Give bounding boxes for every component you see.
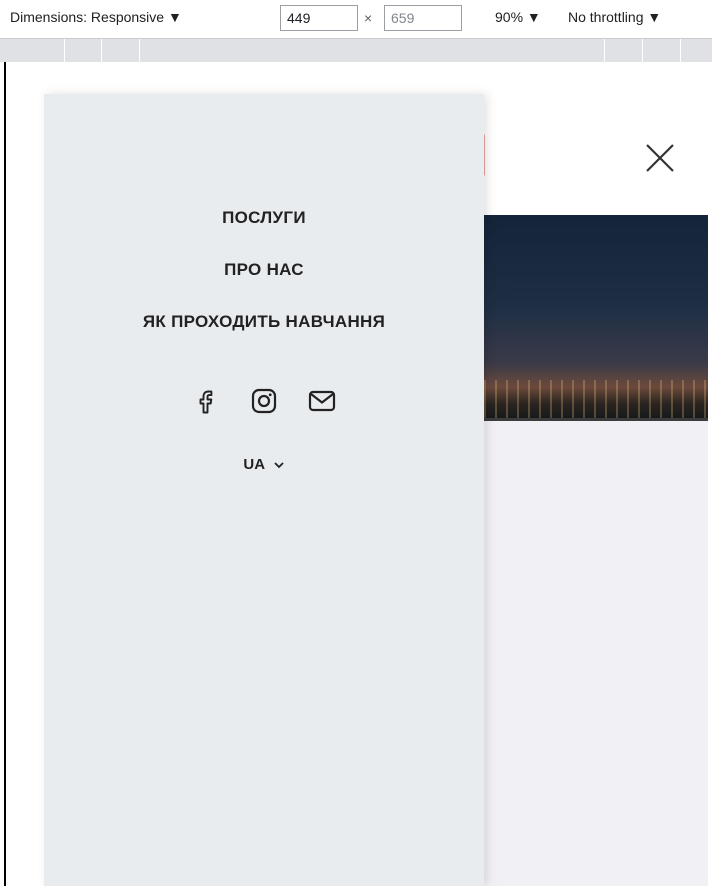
media-query-ruler[interactable] — [0, 38, 712, 63]
social-links — [44, 384, 484, 418]
language-label: UA — [243, 456, 265, 473]
instagram-icon[interactable] — [247, 384, 281, 418]
height-input[interactable]: 659 — [384, 5, 462, 31]
mail-icon[interactable] — [305, 384, 339, 418]
throttling-dropdown[interactable]: No throttling ▼ — [568, 9, 661, 25]
zoom-dropdown[interactable]: 90% ▼ — [495, 9, 541, 25]
dimensions-dropdown[interactable]: Dimensions: Responsive ▼ — [10, 9, 182, 25]
facebook-icon[interactable] — [189, 384, 223, 418]
mobile-menu-panel: ПОСЛУГИ ПРО НАС ЯК ПРОХОДИТЬ НАВЧАННЯ UA — [44, 94, 484, 886]
devtools-toolbar: Dimensions: Responsive ▼ 449 × 659 90% ▼… — [0, 0, 712, 38]
chevron-down-icon — [274, 462, 284, 469]
close-menu-button[interactable] — [640, 138, 680, 178]
menu-item-how-training-works[interactable]: ЯК ПРОХОДИТЬ НАВЧАННЯ — [44, 310, 484, 362]
times-symbol: × — [364, 10, 373, 26]
language-selector[interactable]: UA — [44, 456, 484, 473]
menu-nav: ПОСЛУГИ ПРО НАС ЯК ПРОХОДИТЬ НАВЧАННЯ — [44, 206, 484, 362]
width-input[interactable]: 449 — [280, 5, 358, 31]
close-icon — [646, 144, 674, 172]
menu-item-services[interactable]: ПОСЛУГИ — [44, 206, 484, 258]
frame-border — [4, 62, 6, 886]
menu-item-about[interactable]: ПРО НАС — [44, 258, 484, 310]
